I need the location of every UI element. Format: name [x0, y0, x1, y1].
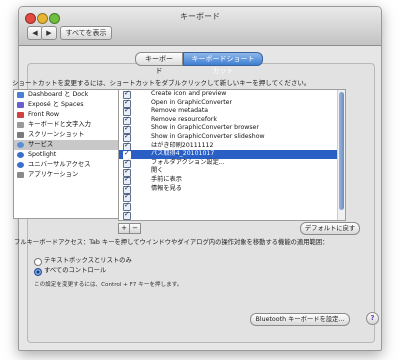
vertical-scrollbar[interactable] [337, 90, 345, 220]
tab-bar: キーボード キーボードショートカット [135, 52, 263, 75]
title-bar: キーボード ◀ ▶ すべてを表示 [19, 7, 381, 46]
checkmark-icon: ✓ [124, 192, 130, 201]
dock-icon [17, 92, 24, 98]
shortcut-list: ✓ Create icon and preview ✓ Open in Graphi… [118, 89, 346, 221]
category-item[interactable]: アプリケーション [14, 170, 120, 180]
category-label: Exposé と Spaces [28, 101, 84, 108]
checkmark-icon: ✓ [124, 132, 130, 141]
front-row-icon [17, 112, 24, 118]
checkmark-icon: ✓ [124, 106, 130, 115]
checkmark-icon: ✓ [124, 175, 130, 184]
help-icon: ? [370, 314, 375, 322]
tab-keyboard-shortcuts[interactable]: キーボードショートカット [183, 52, 263, 75]
shortcut-label: はがき印刷20111112 [151, 141, 214, 149]
category-item-services[interactable]: サービス [14, 140, 120, 150]
checkmark-icon: ✓ [124, 115, 130, 124]
shortcut-row[interactable]: ✓ 手前に表示 [119, 175, 345, 186]
checkmark-icon: ✓ [124, 123, 130, 132]
remove-shortcut-button[interactable]: − [129, 223, 141, 234]
category-label: Spotlight [28, 151, 57, 158]
shortcut-label: Show in GraphicConverter browser [151, 124, 259, 132]
category-item[interactable]: キーボードと文字入力 [14, 120, 120, 130]
radio-button-selected[interactable] [34, 268, 42, 276]
window-title: キーボード [180, 12, 220, 21]
shortcut-row[interactable]: ✓ Create icon and preview [119, 89, 345, 100]
scrollbar-thumb[interactable] [339, 92, 344, 210]
category-item[interactable]: Spotlight [14, 150, 120, 160]
shortcut-row[interactable]: ✓ [119, 209, 345, 220]
shortcut-row[interactable]: ✓ 開く [119, 166, 345, 177]
radio-label: すべてのコントロール [44, 267, 107, 274]
shortcut-row[interactable]: ✓ 情報を見る [119, 183, 345, 194]
services-icon [17, 142, 24, 148]
spotlight-icon [17, 152, 24, 158]
help-button[interactable]: ? [366, 312, 379, 325]
universal-access-icon [17, 162, 24, 168]
control-f7-note: この設定を変更するには、Control + F7 キーを押します。 [34, 282, 183, 288]
forward-button[interactable]: ▶ [41, 26, 57, 40]
category-item[interactable]: Dashboard と Dock [14, 90, 120, 100]
category-item[interactable]: スクリーンショット [14, 130, 120, 140]
shortcut-label: Show in GraphicConverter slideshow [151, 132, 265, 140]
checkmark-icon: ✓ [124, 166, 130, 175]
keyboard-icon [17, 122, 24, 128]
shortcut-row[interactable]: ✓ フォルダアクション設定... [119, 158, 345, 169]
radio-all-controls[interactable]: すべてのコントロール [34, 266, 106, 276]
category-label: Dashboard と Dock [28, 91, 89, 98]
shortcut-row[interactable]: ✓ Show in GraphicConverter slideshow [119, 132, 345, 143]
category-label: ユニバーサルアクセス [28, 161, 91, 168]
full-keyboard-access-text: フルキーボードアクセス：Tab キーを押してウインドウやダイアログ内の操作対象を… [14, 239, 329, 246]
checkmark-icon: ✓ [124, 183, 130, 192]
shortcut-row[interactable]: ✓ [119, 192, 345, 203]
checkmark-icon: ✓ [124, 97, 130, 106]
applications-icon [17, 172, 24, 178]
shortcut-row[interactable]: ✓ Remove metadata [119, 106, 345, 117]
category-item[interactable]: ユニバーサルアクセス [14, 160, 120, 170]
checkmark-icon: ✓ [124, 158, 130, 167]
category-label: スクリーンショット [28, 131, 85, 138]
checkmark-icon: ✓ [124, 209, 130, 218]
expose-icon [17, 102, 24, 108]
shortcut-label: 情報を見る [151, 184, 182, 192]
shortcut-row[interactable]: ✓ Show in GraphicConverter browser [119, 123, 345, 134]
category-item[interactable]: Front Row [14, 110, 120, 120]
back-arrow-icon: ◀ [32, 29, 38, 37]
shortcut-label: 手前に表示 [151, 175, 182, 183]
category-label: アプリケーション [28, 171, 79, 178]
radio-text-boxes-and-lists[interactable]: テキストボックスとリストのみ [34, 256, 132, 266]
shortcut-label: Open in GraphicConverter [151, 98, 233, 106]
shortcut-label: Create icon and preview [151, 90, 227, 97]
shortcut-checkbox[interactable]: ✓ [123, 209, 131, 220]
shortcut-label: Remove metadata [151, 107, 209, 115]
show-all-button[interactable]: すべてを表示 [60, 26, 112, 40]
shortcut-label: 開く [151, 167, 164, 175]
forward-arrow-icon: ▶ [46, 29, 52, 37]
checkmark-icon: ✓ [124, 201, 130, 210]
shortcut-row[interactable]: ✓ はがき印刷20111112 [119, 140, 345, 151]
radio-button[interactable] [34, 258, 42, 266]
shortcut-label: パス取得4_20101017 [151, 150, 215, 158]
shortcut-label: フォルダアクション設定... [151, 158, 225, 166]
restore-defaults-button[interactable]: デフォルトに戻す [300, 222, 360, 235]
shortcut-row[interactable]: ✓ Remove resourcefork [119, 115, 345, 126]
checkmark-icon: ✓ [124, 89, 130, 98]
checkmark-icon: ✓ [124, 149, 130, 158]
screenshot-icon [17, 132, 24, 138]
shortcut-row[interactable]: ✓ Open in GraphicConverter [119, 97, 345, 108]
category-list: Dashboard と Dock Exposé と Spaces Front R… [13, 89, 121, 219]
category-label: サービス [28, 141, 54, 148]
bluetooth-keyboard-setup-button[interactable]: Bluetooth キーボードを設定... [250, 313, 350, 326]
instruction-text: ショートカットを変更するには、ショートカットをダブルクリックして新しいキーを押し… [12, 79, 311, 87]
shortcut-row-selected[interactable]: ✓ パス取得4_20101017 [119, 149, 345, 160]
tab-keyboard[interactable]: キーボード [135, 52, 183, 75]
shortcut-row[interactable]: ✓ [119, 201, 345, 212]
category-label: キーボードと文字入力 [28, 121, 91, 128]
shortcut-label: Remove resourcefork [151, 115, 217, 123]
category-item[interactable]: Exposé と Spaces [14, 100, 120, 110]
radio-label: テキストボックスとリストのみ [44, 257, 132, 264]
checkmark-icon: ✓ [124, 140, 130, 149]
category-label: Front Row [28, 111, 60, 118]
